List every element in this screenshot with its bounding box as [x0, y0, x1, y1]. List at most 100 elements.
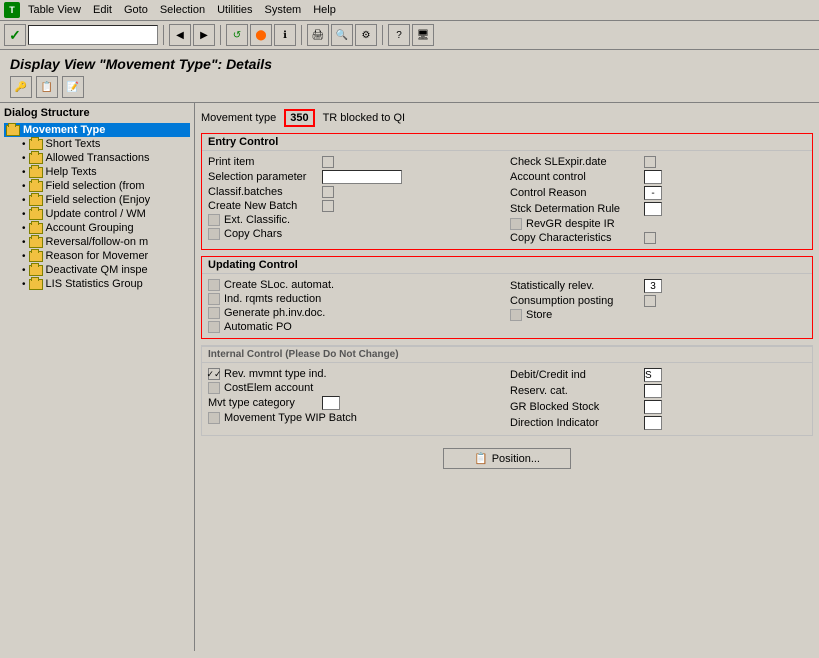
bullet-icon7: •	[22, 223, 26, 234]
control-reason-label: Control Reason	[510, 187, 640, 199]
tree-root-label: Movement Type	[23, 124, 105, 136]
tree-item-reason[interactable]: • Reason for Movemer	[14, 249, 190, 263]
account-control-row: Account control	[510, 169, 806, 185]
copy-characteristics-row: Copy Characteristics	[510, 231, 806, 245]
updating-control-section: Updating Control Create SLoc. automat. I…	[201, 256, 813, 339]
toolbar-separator	[163, 25, 164, 45]
tree-item-allowedtrans[interactable]: • Allowed Transactions	[14, 151, 190, 165]
tree-item-fieldsel2[interactable]: • Field selection (Enjoy	[14, 193, 190, 207]
page-toolbar-btn3[interactable]: 📝	[62, 76, 84, 98]
toolbar-separator4	[382, 25, 383, 45]
page-toolbar-btn1[interactable]: 🔑	[10, 76, 32, 98]
tree-item-label-allowedtrans: Allowed Transactions	[46, 152, 150, 164]
rev-mvmnt-label: Rev. mvmnt type ind.	[224, 368, 334, 380]
find-btn[interactable]: 🔍	[331, 24, 353, 46]
ext-classific-checkbox	[208, 214, 220, 226]
menu-utilities[interactable]: Utilities	[217, 4, 252, 16]
debit-credit-input[interactable]	[644, 368, 662, 382]
copy-characteristics-checkbox[interactable]	[644, 232, 656, 244]
menu-edit[interactable]: Edit	[93, 4, 112, 16]
info-btn[interactable]: ℹ	[274, 24, 296, 46]
page-header: Display View "Movement Type": Details 🔑 …	[0, 50, 819, 103]
updating-control-grid: Create SLoc. automat. Ind. rqmts reducti…	[208, 278, 806, 334]
tree-item-updatectrl[interactable]: • Update control / WM	[14, 207, 190, 221]
tree-item-deactivateqm[interactable]: • Deactivate QM inspe	[14, 263, 190, 277]
mvt-wip-batch-label: Movement Type WIP Batch	[224, 412, 357, 424]
create-sloc-label: Create SLoc. automat.	[224, 279, 334, 291]
selection-param-input[interactable]	[322, 170, 402, 184]
tree-item-shorttexts[interactable]: • Short Texts	[14, 137, 190, 151]
tree-item-label-deactivateqm: Deactivate QM inspe	[46, 264, 148, 276]
gui-btn[interactable]: 🖥	[412, 24, 434, 46]
menu-tableview[interactable]: Table View	[28, 4, 81, 16]
tree-children: • Short Texts • Allowed Transactions • H…	[14, 137, 190, 291]
tree-item-label-fieldsel2: Field selection (Enjoy	[46, 194, 151, 206]
print-btn[interactable]: 🖨	[307, 24, 329, 46]
stop-btn[interactable]: ⬤	[250, 24, 272, 46]
stck-determ-label: Stck Determation Rule	[510, 203, 640, 215]
menu-goto[interactable]: Goto	[124, 4, 148, 16]
position-button[interactable]: 📋 Position...	[443, 448, 571, 469]
revgr-label: RevGR despite IR	[526, 218, 656, 230]
refresh-btn[interactable]: ↺	[226, 24, 248, 46]
stck-determ-input[interactable]	[644, 202, 662, 216]
page-toolbar: 🔑 📋 📝	[10, 76, 809, 98]
direction-indicator-label: Direction Indicator	[510, 417, 640, 429]
folder-icon-fieldsel1	[29, 181, 43, 192]
gr-blocked-input[interactable]	[644, 400, 662, 414]
bullet-icon: •	[22, 139, 26, 150]
toolbar-separator2	[220, 25, 221, 45]
entry-control-title: Entry Control	[202, 134, 812, 151]
help-btn[interactable]: ?	[388, 24, 410, 46]
checkmark-button[interactable]: ✓	[4, 24, 26, 46]
internal-left-col: ✓ Rev. mvmnt type ind. CostElem account …	[208, 367, 504, 431]
tree-item-helptexts[interactable]: • Help Texts	[14, 165, 190, 179]
tree-item-accountgrouping[interactable]: • Account Grouping	[14, 221, 190, 235]
rev-mvmnt-checkbox[interactable]: ✓	[208, 368, 220, 380]
menu-help[interactable]: Help	[313, 4, 336, 16]
tree-item-fieldsel1[interactable]: • Field selection (from	[14, 179, 190, 193]
reserv-cat-input[interactable]	[644, 384, 662, 398]
ext-classific-label: Ext. Classific.	[224, 214, 334, 226]
folder-icon-updatectrl	[29, 209, 43, 220]
statistically-relev-input[interactable]	[644, 279, 662, 293]
statistically-relev-row: Statistically relev.	[510, 278, 806, 294]
toolbar-separator3	[301, 25, 302, 45]
folder-icon-accountgrouping	[29, 223, 43, 234]
nav-input[interactable]	[28, 25, 158, 45]
tree-item-lisstatistics[interactable]: • LIS Statistics Group	[14, 277, 190, 291]
gr-blocked-row: GR Blocked Stock	[510, 399, 806, 415]
mvt-wip-batch-row: Movement Type WIP Batch	[208, 411, 504, 425]
classif-batches-checkbox[interactable]	[322, 186, 334, 198]
menu-selection[interactable]: Selection	[160, 4, 205, 16]
settings-btn[interactable]: ⚙	[355, 24, 377, 46]
position-label: Position...	[492, 453, 540, 465]
forward-button[interactable]: ▶	[193, 24, 215, 46]
back-button[interactable]: ◀	[169, 24, 191, 46]
menu-items: Table View Edit Goto Selection Utilities…	[28, 4, 336, 16]
mvt-type-cat-input[interactable]	[322, 396, 340, 410]
print-item-checkbox[interactable]	[322, 156, 334, 168]
account-control-input[interactable]	[644, 170, 662, 184]
mvt-type-cat-row: Mvt type category	[208, 395, 504, 411]
folder-icon-lisstatistics	[29, 279, 43, 290]
automatic-po-checkbox	[208, 321, 220, 333]
consumption-posting-checkbox[interactable]	[644, 295, 656, 307]
tree-root-movement-type[interactable]: Movement Type	[4, 123, 190, 137]
page-toolbar-btn2[interactable]: 📋	[36, 76, 58, 98]
tree-item-reversal[interactable]: • Reversal/follow-on m	[14, 235, 190, 249]
bullet-icon9: •	[22, 251, 26, 262]
check-slexpir-checkbox[interactable]	[644, 156, 656, 168]
create-new-batch-checkbox[interactable]	[322, 200, 334, 212]
entry-control-section: Entry Control Print item Selection param…	[201, 133, 813, 250]
dialog-panel: Dialog Structure Movement Type • Short T…	[0, 103, 195, 651]
ind-rqmts-row: Ind. rqmts reduction	[208, 292, 504, 306]
check-slexpir-row: Check SLExpir.date	[510, 155, 806, 169]
control-reason-input[interactable]	[644, 186, 662, 200]
main-area: Dialog Structure Movement Type • Short T…	[0, 103, 819, 651]
bullet-icon6: •	[22, 209, 26, 220]
entry-control-content: Print item Selection parameter Classif.b…	[202, 151, 812, 249]
menu-system[interactable]: System	[265, 4, 302, 16]
direction-indicator-input[interactable]	[644, 416, 662, 430]
control-reason-row: Control Reason	[510, 185, 806, 201]
